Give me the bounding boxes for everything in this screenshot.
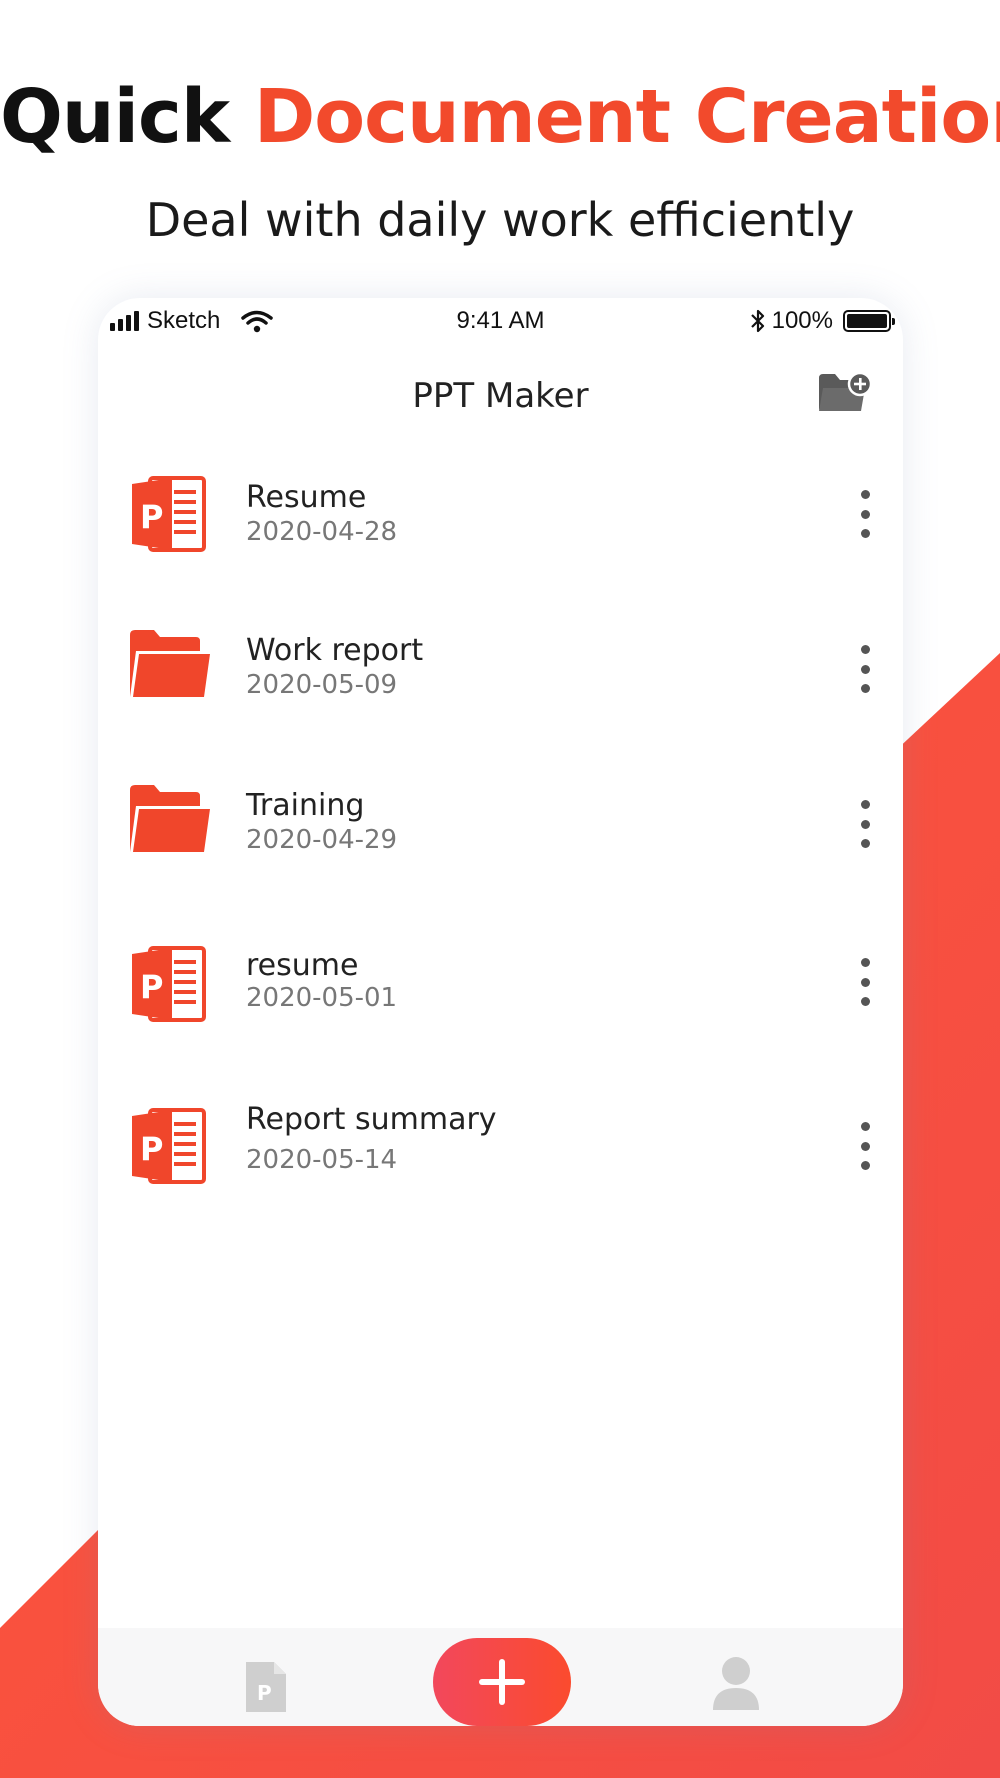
item-name: Training xyxy=(246,788,365,823)
item-name: Report summary xyxy=(246,1102,497,1137)
phone-screen: Sketch 9:41 AM 100% PPT Maker P Resume 2… xyxy=(98,298,903,1726)
subheadline: Deal with daily work efficiently xyxy=(145,193,855,247)
item-date: 2020-05-14 xyxy=(246,1145,398,1175)
item-name: resume xyxy=(246,948,359,983)
tab-documents[interactable]: P xyxy=(244,1660,288,1714)
svg-text:P: P xyxy=(140,1130,163,1168)
headline-part-2: Document Creation xyxy=(253,74,1000,160)
more-options-button[interactable] xyxy=(853,800,877,848)
more-options-button[interactable] xyxy=(853,1122,877,1170)
svg-text:P: P xyxy=(257,1681,272,1705)
battery-percent: 100% xyxy=(771,307,833,334)
tab-profile[interactable] xyxy=(711,1656,761,1712)
svg-text:P: P xyxy=(140,968,163,1006)
folder-icon xyxy=(130,785,210,852)
status-bar: Sketch 9:41 AM 100% xyxy=(98,298,903,344)
item-name: Resume xyxy=(246,480,367,515)
item-date: 2020-05-01 xyxy=(246,983,398,1013)
more-options-button[interactable] xyxy=(853,958,877,1006)
svg-text:P: P xyxy=(140,498,163,536)
tab-bar: P xyxy=(98,1628,903,1726)
add-button[interactable] xyxy=(433,1638,571,1726)
headline: Quick Document Creation xyxy=(0,72,1000,162)
folder-icon xyxy=(130,630,210,697)
document-tab-icon: P xyxy=(246,1662,286,1712)
list-item[interactable]: P Report summary 2020-05-14 xyxy=(98,1080,903,1200)
list-item[interactable]: P resume 2020-05-01 xyxy=(98,918,903,1038)
more-options-button[interactable] xyxy=(853,645,877,693)
item-date: 2020-04-28 xyxy=(246,517,398,547)
profile-icon xyxy=(713,1657,759,1710)
powerpoint-file-icon: P xyxy=(132,1108,206,1184)
headline-part-1: Quick xyxy=(0,74,230,160)
list-item[interactable]: Training 2020-04-29 xyxy=(98,758,903,878)
more-options-button[interactable] xyxy=(853,490,877,538)
item-date: 2020-05-09 xyxy=(246,670,398,700)
item-name: Work report xyxy=(246,633,424,668)
powerpoint-file-icon: P xyxy=(132,946,206,1022)
battery-icon xyxy=(843,310,895,332)
status-right: 100% xyxy=(750,307,895,335)
app-title: PPT Maker xyxy=(412,376,589,416)
bluetooth-icon xyxy=(750,309,764,333)
folder-plus-icon xyxy=(819,371,873,411)
list-item[interactable]: P Resume 2020-04-28 xyxy=(98,448,903,568)
new-folder-button[interactable] xyxy=(817,370,873,414)
list-item[interactable]: Work report 2020-05-09 xyxy=(98,603,903,723)
item-date: 2020-04-29 xyxy=(246,825,398,855)
powerpoint-file-icon: P xyxy=(132,476,206,552)
